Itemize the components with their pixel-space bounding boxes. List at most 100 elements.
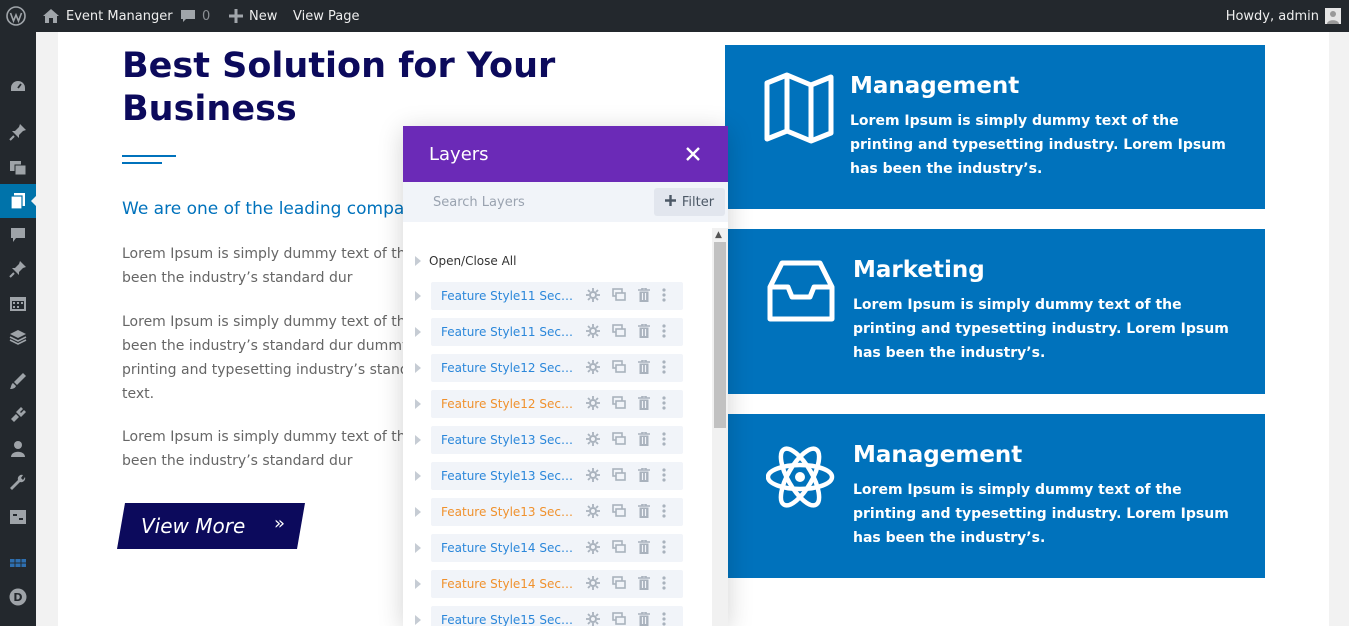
gear-icon[interactable]: [586, 468, 600, 482]
expand-triangle-icon[interactable]: [415, 291, 421, 301]
pages-icon[interactable]: [0, 184, 36, 218]
scrollbar-thumb[interactable]: [714, 242, 726, 428]
expand-triangle-icon[interactable]: [415, 435, 421, 445]
duplicate-icon[interactable]: [612, 288, 626, 302]
scroll-up-icon[interactable]: ▲: [715, 230, 722, 240]
duplicate-icon[interactable]: [612, 360, 626, 374]
duplicate-icon[interactable]: [612, 468, 626, 482]
layer-label[interactable]: Feature Style13 Secti...: [441, 469, 575, 483]
duplicate-icon[interactable]: [612, 540, 626, 554]
more-options-icon[interactable]: [662, 396, 666, 410]
layers-scrollbar[interactable]: ▲: [712, 228, 728, 626]
new-content-link[interactable]: New: [229, 0, 277, 32]
more-options-icon[interactable]: [662, 504, 666, 518]
pin-icon[interactable]: [0, 252, 36, 286]
trash-icon[interactable]: [638, 504, 650, 518]
trash-icon[interactable]: [638, 540, 650, 554]
expand-triangle-icon[interactable]: [415, 507, 421, 517]
layer-row[interactable]: Feature Style11 Section: [415, 282, 683, 310]
view-more-button[interactable]: View More »: [117, 503, 305, 549]
trash-icon[interactable]: [638, 360, 650, 374]
trash-icon[interactable]: [638, 612, 650, 626]
view-page-link[interactable]: View Page: [293, 0, 359, 32]
gear-icon[interactable]: [586, 360, 600, 374]
layer-row[interactable]: Feature Style15 Section: [415, 606, 683, 626]
dashboard-icon[interactable]: [0, 70, 36, 104]
duplicate-icon[interactable]: [612, 504, 626, 518]
more-options-icon[interactable]: [662, 468, 666, 482]
layer-row[interactable]: Feature Style13 Section: [415, 426, 683, 454]
wordpress-logo-icon[interactable]: [6, 0, 30, 32]
layer-label[interactable]: Feature Style12 Section: [441, 361, 575, 375]
duplicate-icon[interactable]: [612, 576, 626, 590]
pin-icon[interactable]: [0, 115, 36, 149]
more-options-icon[interactable]: [662, 432, 666, 446]
more-options-icon[interactable]: [662, 360, 666, 374]
layer-row[interactable]: Feature Style14 Section: [415, 534, 683, 562]
open-close-all-toggle[interactable]: Open/Close All: [415, 254, 516, 268]
layers-icon[interactable]: [0, 546, 36, 580]
layer-row[interactable]: Feature Style13 Secti...: [415, 462, 683, 490]
more-options-icon[interactable]: [662, 288, 666, 302]
gear-icon[interactable]: [586, 432, 600, 446]
expand-triangle-icon[interactable]: [415, 579, 421, 589]
comments-link[interactable]: 0: [180, 0, 210, 32]
plugins-icon[interactable]: [0, 398, 36, 432]
layer-row[interactable]: Feature Style12 Section: [415, 354, 683, 382]
layer-label[interactable]: Feature Style15 Section: [441, 613, 575, 626]
duplicate-icon[interactable]: [612, 612, 626, 626]
users-icon[interactable]: [0, 432, 36, 466]
layer-row[interactable]: Feature Style14 Secti...: [415, 570, 683, 598]
layer-label[interactable]: Feature Style12 Secti...: [441, 397, 575, 411]
gear-icon[interactable]: [586, 396, 600, 410]
divi-icon[interactable]: D: [0, 580, 36, 614]
layer-label[interactable]: Feature Style11 Section: [441, 289, 575, 303]
gear-icon[interactable]: [586, 612, 600, 626]
account-menu[interactable]: Howdy, admin: [1226, 0, 1341, 32]
expand-triangle-icon[interactable]: [415, 363, 421, 373]
expand-triangle-icon[interactable]: [415, 399, 421, 409]
layer-label[interactable]: Feature Style14 Section: [441, 541, 575, 555]
trash-icon[interactable]: [638, 576, 650, 590]
gear-icon[interactable]: [586, 540, 600, 554]
appearance-icon[interactable]: [0, 364, 36, 398]
gear-icon[interactable]: [586, 324, 600, 338]
tools-icon[interactable]: [0, 466, 36, 500]
more-options-icon[interactable]: [662, 540, 666, 554]
trash-icon[interactable]: [638, 432, 650, 446]
settings-icon[interactable]: [0, 500, 36, 534]
gear-icon[interactable]: [586, 288, 600, 302]
layer-label[interactable]: Feature Style13 Section: [441, 433, 575, 447]
trash-icon[interactable]: [638, 324, 650, 338]
feedback-icon[interactable]: [0, 320, 36, 354]
site-name-link[interactable]: Event Mananger: [42, 0, 173, 32]
media-icon[interactable]: [0, 150, 36, 184]
trash-icon[interactable]: [638, 288, 650, 302]
duplicate-icon[interactable]: [612, 432, 626, 446]
more-options-icon[interactable]: [662, 324, 666, 338]
search-layers-input[interactable]: [421, 188, 641, 216]
expand-triangle-icon[interactable]: [415, 471, 421, 481]
expand-triangle-icon[interactable]: [415, 327, 421, 337]
duplicate-icon[interactable]: [612, 324, 626, 338]
layer-row[interactable]: Feature Style11 Secti...: [415, 318, 683, 346]
layer-row[interactable]: Feature Style12 Secti...: [415, 390, 683, 418]
more-options-icon[interactable]: [662, 612, 666, 626]
layer-label[interactable]: Feature Style13 Secti...: [441, 505, 575, 519]
layers-panel-header[interactable]: Layers: [403, 126, 728, 182]
more-options-icon[interactable]: [662, 576, 666, 590]
gear-icon[interactable]: [586, 576, 600, 590]
calendar-icon[interactable]: [0, 286, 36, 320]
comments-icon[interactable]: [0, 218, 36, 252]
layer-row[interactable]: Feature Style13 Secti...: [415, 498, 683, 526]
expand-triangle-icon[interactable]: [415, 615, 421, 625]
layer-label[interactable]: Feature Style14 Secti...: [441, 577, 575, 591]
filter-button[interactable]: Filter: [654, 188, 725, 216]
gear-icon[interactable]: [586, 504, 600, 518]
expand-triangle-icon[interactable]: [415, 543, 421, 553]
trash-icon[interactable]: [638, 468, 650, 482]
layer-label[interactable]: Feature Style11 Secti...: [441, 325, 575, 339]
close-icon[interactable]: [683, 144, 703, 164]
duplicate-icon[interactable]: [612, 396, 626, 410]
trash-icon[interactable]: [638, 396, 650, 410]
